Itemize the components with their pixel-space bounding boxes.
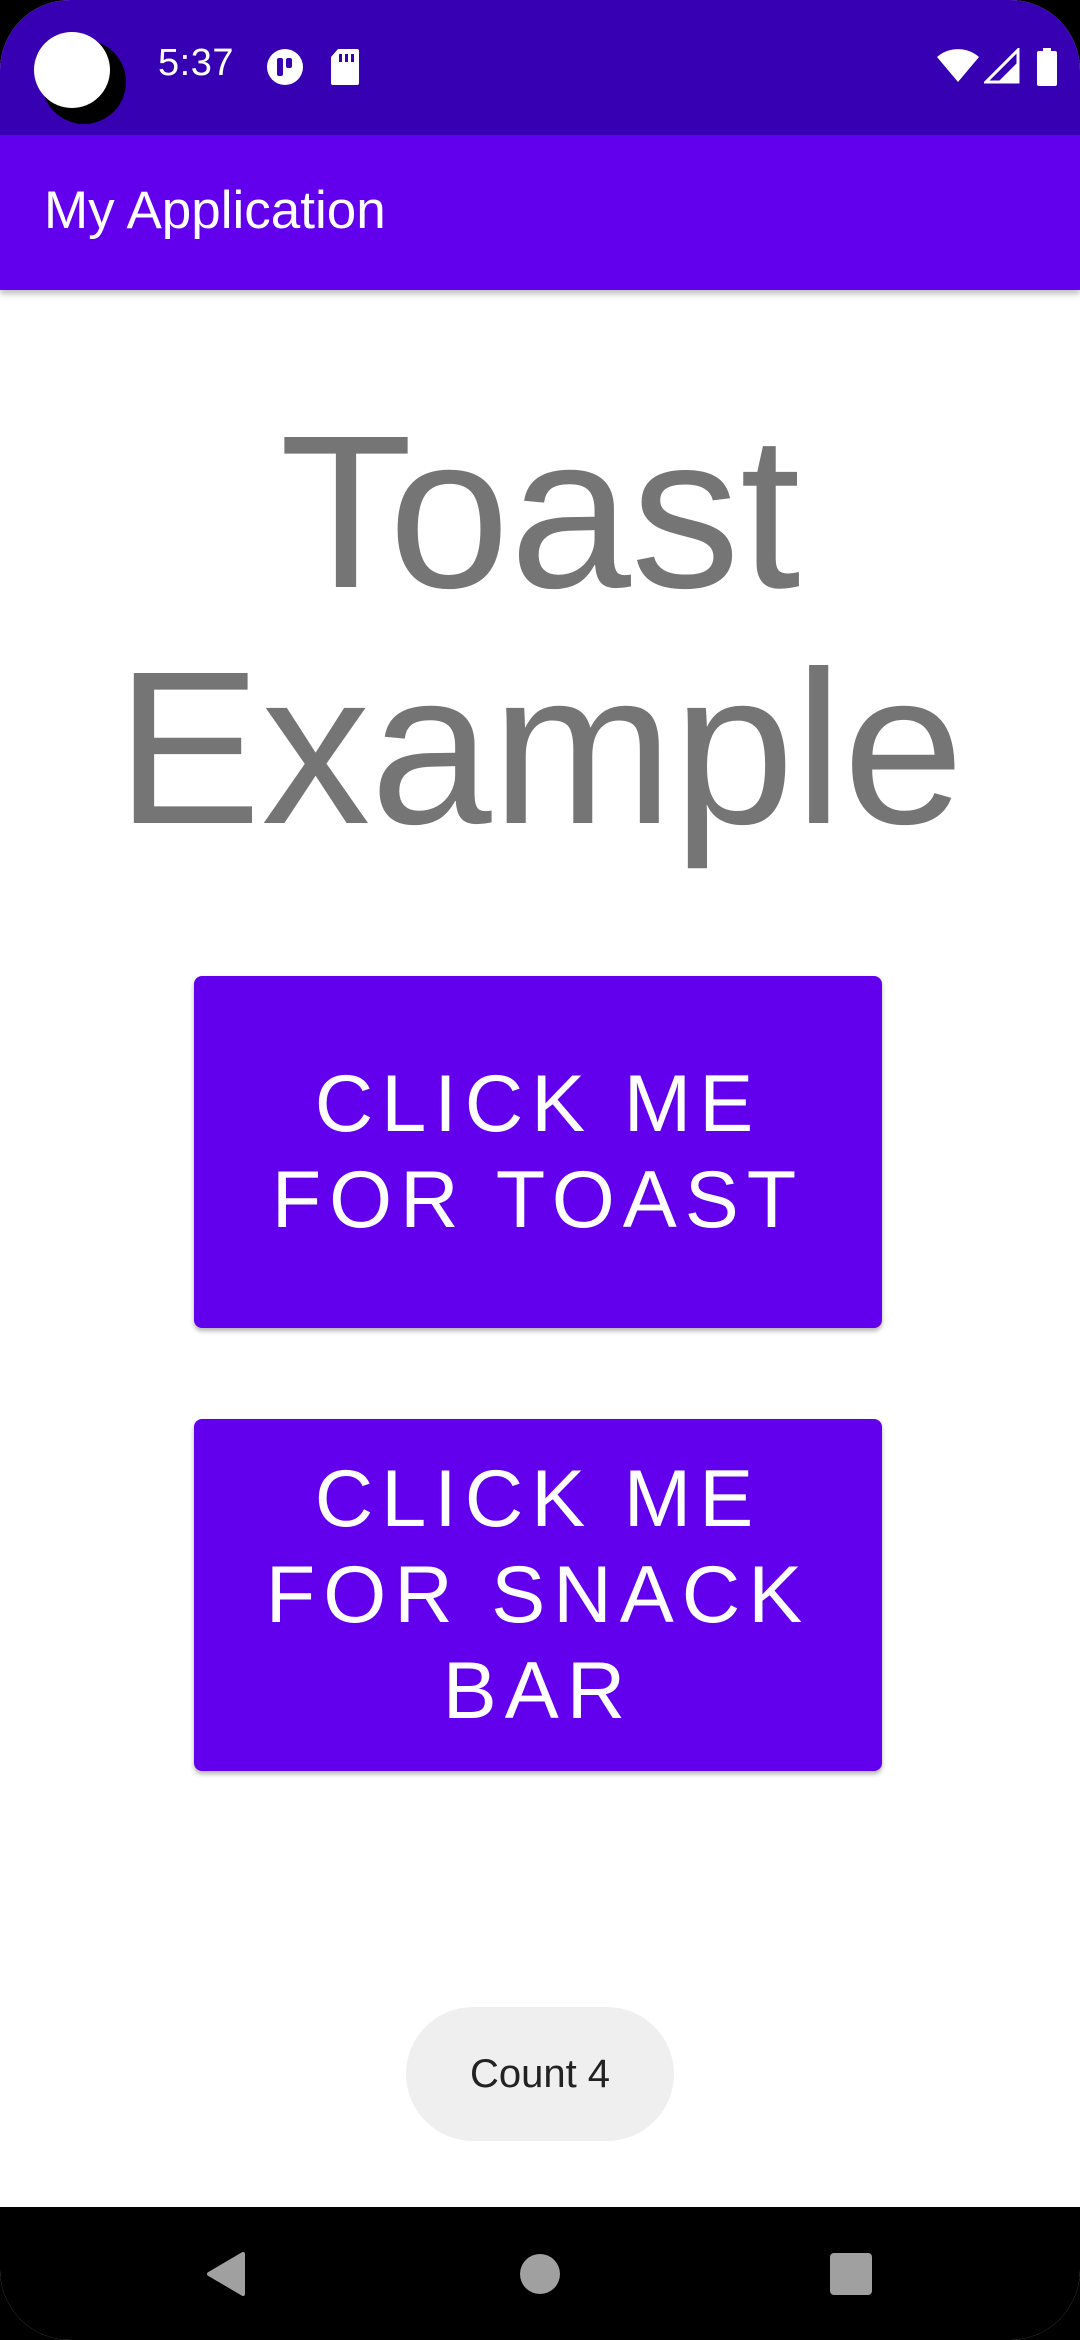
- headline-line-1: Toast: [279, 391, 801, 634]
- recents-icon[interactable]: [806, 2207, 896, 2340]
- snackbar-button-label-line-2: FOR SNACK: [265, 1550, 811, 1640]
- status-bar: 5:37: [0, 0, 1080, 135]
- toast-message: Count 4: [406, 2007, 674, 2141]
- app-notification-icon: [266, 48, 304, 91]
- device-screen: 5:37 My Application Toast Example CLICK …: [0, 0, 1080, 2340]
- app-title: My Application: [44, 181, 386, 240]
- back-icon[interactable]: [180, 2207, 270, 2340]
- status-time: 5:37: [158, 42, 234, 84]
- snackbar-button-label-line-1: CLICK ME: [314, 1454, 762, 1544]
- snackbar-button-label-line-3: BAR: [442, 1646, 634, 1736]
- toast-text: Count 4: [469, 2051, 611, 2096]
- home-icon[interactable]: [495, 2207, 585, 2340]
- wifi-icon: [936, 48, 980, 89]
- signal-icon: [982, 46, 1020, 89]
- toast-button-label-line-2: FOR TOAST: [271, 1155, 805, 1245]
- headline-line-2: Example: [115, 627, 965, 870]
- app-bar: My Application: [0, 135, 1080, 290]
- camera-cutout-icon: [34, 32, 126, 124]
- toast-button-label-line-1: CLICK ME: [314, 1059, 762, 1149]
- navigation-bar: [0, 2207, 1080, 2340]
- sd-card-icon: [330, 48, 360, 91]
- toast-button[interactable]: CLICK ME FOR TOAST: [194, 976, 882, 1328]
- snackbar-button[interactable]: CLICK ME FOR SNACK BAR: [194, 1419, 882, 1771]
- page-title: Toast Example: [0, 395, 1080, 867]
- battery-icon: [1036, 48, 1058, 91]
